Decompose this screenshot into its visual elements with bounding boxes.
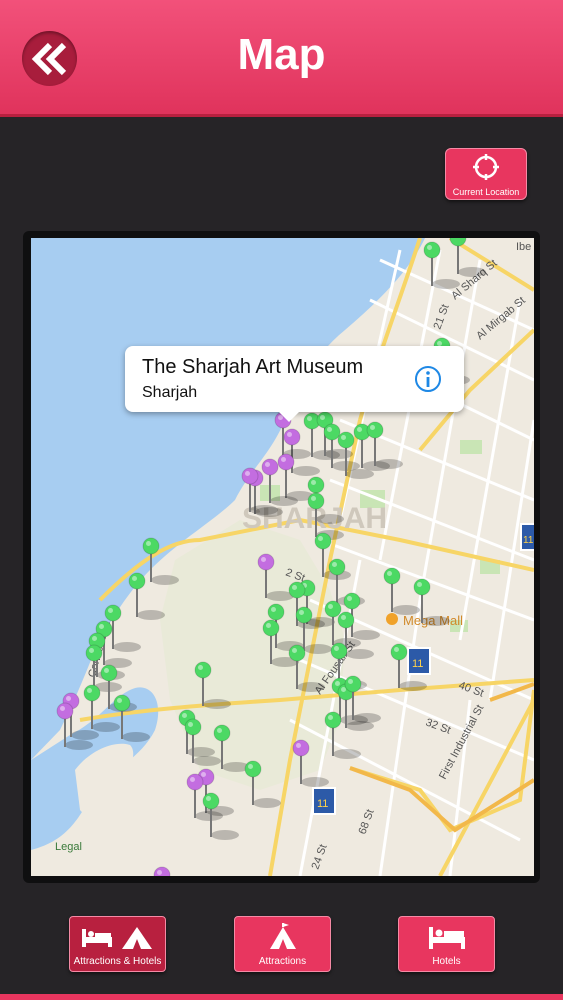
tab-attractions[interactable]: Attractions — [234, 916, 331, 972]
page-title: Map — [237, 30, 326, 79]
mall-icon — [386, 613, 398, 625]
crosshair-icon — [473, 154, 499, 180]
callout-pointer — [277, 410, 301, 422]
tab-attractions-hotels[interactable]: Attractions & Hotels — [69, 916, 166, 972]
info-icon[interactable] — [414, 365, 442, 393]
route-shield: 11 — [312, 787, 336, 815]
bottom-strip — [0, 994, 563, 1000]
map-view[interactable]: SHARJAH Mega Mall Al Sharq St Al Mirgab … — [31, 238, 534, 876]
callout-subtitle: Sharjah — [142, 384, 198, 401]
svg-text:11: 11 — [523, 535, 534, 546]
legal-label: Legal — [55, 841, 82, 853]
route-shield: 11 — [520, 523, 534, 551]
route-shield: 11 — [407, 647, 431, 675]
map-canvas[interactable]: SHARJAH Mega Mall Al Sharq St Al Mirgab … — [31, 238, 534, 876]
green-patch — [460, 440, 482, 454]
current-location-button[interactable]: Current Location — [445, 148, 527, 200]
tab-label: Attractions & Hotels — [73, 956, 162, 967]
tent-icon — [270, 923, 296, 949]
current-location-label: Current Location — [452, 187, 520, 197]
tab-label: Attractions — [258, 956, 307, 967]
header-bar: Map — [0, 0, 563, 117]
bed-icon — [429, 927, 465, 949]
svg-text:11: 11 — [317, 798, 328, 810]
callout-title: The Sharjah Art Museum — [142, 356, 364, 378]
svg-text:11: 11 — [412, 658, 423, 670]
bed-and-tent-icon — [82, 927, 152, 949]
tab-hotels[interactable]: Hotels — [398, 916, 495, 972]
tab-label: Hotels — [432, 956, 461, 967]
place-callout[interactable]: The Sharjah Art Museum Sharjah — [125, 346, 464, 422]
ibe-label: Ibe — [516, 241, 531, 253]
